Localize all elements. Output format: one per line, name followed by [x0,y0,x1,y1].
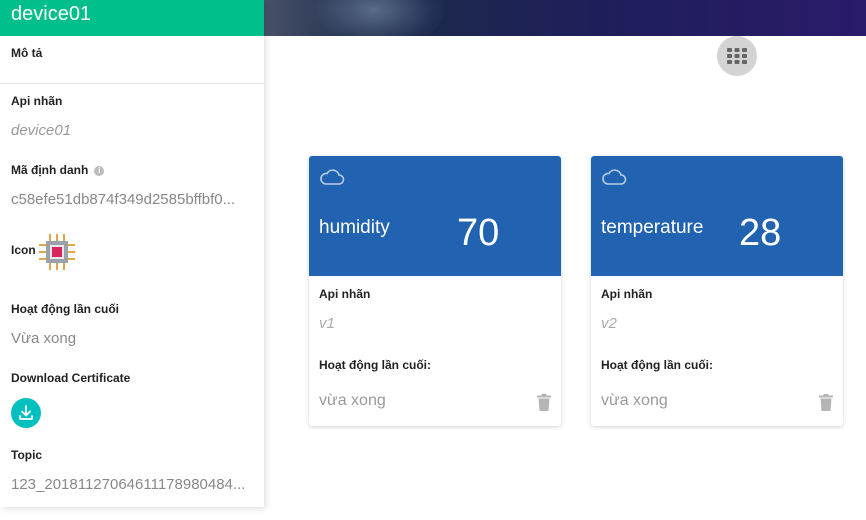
download-certificate-button[interactable] [11,398,41,428]
sensor-name: temperature [601,217,704,238]
topic-value: 123_20181127064611178980484... [11,476,246,493]
grid-icon [727,48,747,64]
grid-view-button[interactable] [717,36,757,76]
description-label: Mô tả [11,46,43,60]
trash-icon[interactable] [537,394,551,411]
sensor-api-label: Api nhãn [319,287,371,301]
sensor-card-header: temperature 28 [591,156,843,276]
icon-label: Icon [11,243,36,257]
sensor-value: 28 [739,212,782,254]
id-label-row: Mã định danh i [11,163,105,177]
trash-icon[interactable] [819,394,833,411]
info-icon[interactable]: i [94,165,105,176]
sensor-last-active-label: Hoạt động lần cuối: [601,358,713,372]
cloud-icon [320,169,345,185]
sensor-last-active-value: vừa xong [319,392,386,409]
sensor-api-label: Api nhãn [601,287,653,301]
api-label: Api nhãn [11,94,63,108]
last-active-label: Hoạt động lần cuối [11,302,119,316]
divider [0,83,264,84]
device-detail-panel: device01 Mô tả Api nhãn device01 Mã định… [0,0,264,507]
download-icon [19,405,33,420]
download-label: Download Certificate [11,371,131,385]
last-active-value: Vừa xong [11,330,77,347]
sensor-api-value: v1 [319,315,335,332]
chip-icon[interactable] [36,231,78,273]
cloud-icon [602,169,627,185]
device-title: device01 [0,0,264,36]
id-label: Mã định danh [11,163,89,177]
sensor-name: humidity [319,217,390,238]
sensor-api-value: v2 [601,315,617,332]
topic-label: Topic [11,448,43,462]
api-value: device01 [11,122,72,139]
sensor-value: 70 [457,212,500,254]
id-value: c58efe51db874f349d2585bffbf0... [11,191,236,208]
sensor-card-humidity[interactable]: humidity 70 Api nhãn v1 Hoạt động lần cu… [309,156,561,426]
banner-image-highlight [304,0,444,36]
sensor-last-active-label: Hoạt động lần cuối: [319,358,431,372]
header-banner [264,0,866,36]
sensor-card-header: humidity 70 [309,156,561,276]
sensor-last-active-value: vừa xong [601,392,668,409]
sensor-card-temperature[interactable]: temperature 28 Api nhãn v2 Hoạt động lần… [591,156,843,426]
